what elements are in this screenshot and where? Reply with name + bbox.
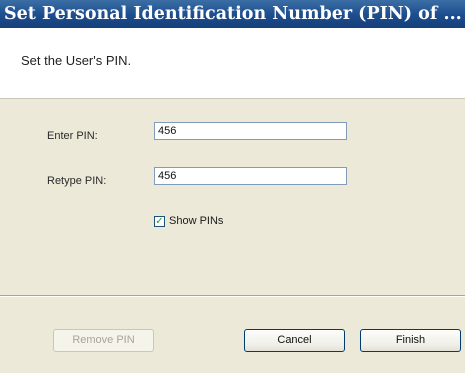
retype-pin-field[interactable] xyxy=(154,167,347,185)
cancel-button[interactable]: Cancel xyxy=(244,329,345,352)
enter-pin-label: Enter PIN: xyxy=(47,130,98,142)
header-panel: Set the User's PIN. xyxy=(0,28,465,98)
show-pins-label[interactable]: Show PINs xyxy=(169,215,223,227)
retype-pin-label: Retype PIN: xyxy=(47,175,107,187)
enter-pin-field[interactable] xyxy=(154,122,347,140)
show-pins-checkbox[interactable]: ✓ xyxy=(154,216,165,227)
window-title: Set Personal Identification Number (PIN)… xyxy=(0,0,465,28)
footer-divider-highlight xyxy=(0,296,465,297)
remove-pin-button[interactable]: Remove PIN xyxy=(53,329,154,352)
header-instruction: Set the User's PIN. xyxy=(21,53,132,68)
finish-button[interactable]: Finish xyxy=(360,329,461,352)
